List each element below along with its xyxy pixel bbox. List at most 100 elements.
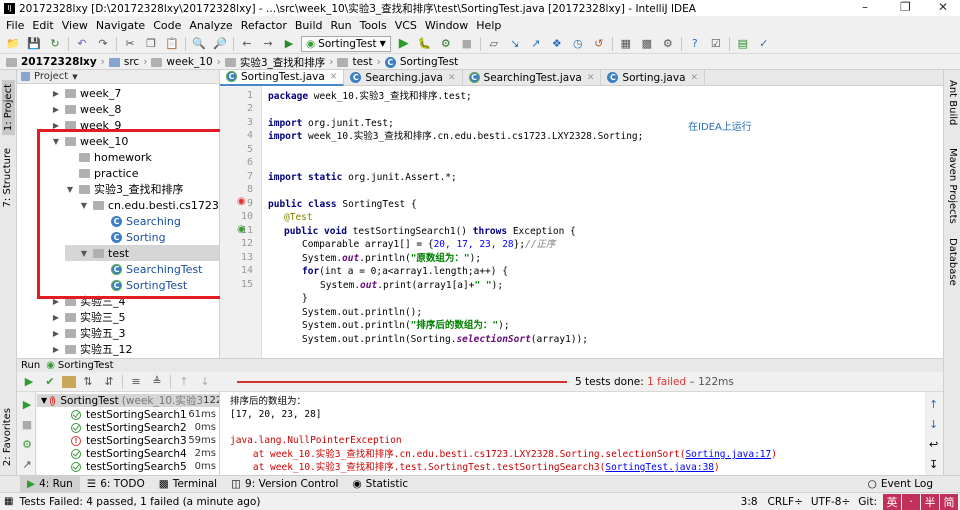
- chevron-right-icon[interactable]: ▶: [51, 345, 61, 354]
- vcs-revert-icon[interactable]: ↺: [590, 36, 608, 52]
- test-row[interactable]: ! testSortingSearch3 59ms: [37, 434, 219, 447]
- find-icon[interactable]: 🔍: [190, 36, 208, 52]
- ant-build-tab[interactable]: Ant Build: [947, 80, 958, 125]
- sort-duration-icon[interactable]: ⇵: [100, 374, 118, 390]
- cut-icon[interactable]: ✂: [121, 36, 139, 52]
- redo-icon[interactable]: ↷: [94, 36, 112, 52]
- ime-mode[interactable]: 英: [883, 493, 901, 510]
- settings-icon[interactable]: ⚙: [659, 36, 677, 52]
- ime-width[interactable]: 半: [921, 493, 939, 510]
- tree-item-week8[interactable]: ▶ week_8: [51, 101, 121, 117]
- build-icon[interactable]: ▶: [280, 36, 298, 52]
- console-output[interactable]: 排序后的数组为： [17, 20, 23, 28] java.lang.Null…: [220, 392, 925, 475]
- attach-icon[interactable]: ▱: [485, 36, 503, 52]
- test-suite-row[interactable]: ▼ ! SortingTest (week_10.实验3 122ms: [37, 394, 219, 407]
- minimize-button[interactable]: –: [862, 0, 868, 14]
- test-history-icon[interactable]: ⚙: [18, 436, 36, 452]
- breadcrumb-project[interactable]: 20172328lxy ›: [6, 56, 105, 68]
- menu-window[interactable]: Window: [421, 19, 472, 32]
- breadcrumb-test[interactable]: test ›: [337, 56, 381, 68]
- run-icon[interactable]: ▶: [18, 396, 36, 412]
- chevron-down-icon[interactable]: ▼: [41, 396, 47, 405]
- run-icon[interactable]: ▶: [395, 36, 413, 52]
- test-row[interactable]: testSortingSearch1 61ms: [37, 408, 219, 421]
- paste-icon[interactable]: 📋: [163, 36, 181, 52]
- close-icon[interactable]: ✕: [587, 73, 595, 83]
- ime-charset[interactable]: 简: [940, 493, 958, 510]
- menu-code[interactable]: Code: [149, 19, 185, 32]
- code-editor[interactable]: package week_10.实验3_查找和排序.test; import o…: [262, 86, 943, 358]
- show-passed-icon[interactable]: ✔: [41, 374, 59, 390]
- vcs-update-icon[interactable]: ↘: [506, 36, 524, 52]
- statistic-icon[interactable]: ▤: [734, 36, 752, 52]
- replace-icon[interactable]: 🔎: [211, 36, 229, 52]
- tab-event-log[interactable]: ○ Event Log: [861, 476, 940, 493]
- test-row[interactable]: testSortingSearch5 0ms: [37, 460, 219, 473]
- sdk-icon[interactable]: ▩: [638, 36, 656, 52]
- show-ignored-icon[interactable]: [62, 375, 76, 388]
- chevron-right-icon[interactable]: ▶: [51, 89, 61, 98]
- save-icon[interactable]: 💾: [25, 36, 43, 52]
- menu-build[interactable]: Build: [291, 19, 327, 32]
- menu-vcs[interactable]: VCS: [391, 19, 421, 32]
- menu-help[interactable]: Help: [472, 19, 505, 32]
- menu-view[interactable]: View: [58, 19, 92, 32]
- vcs-history-icon[interactable]: ◷: [569, 36, 587, 52]
- breadcrumb-lab3[interactable]: 实验3_查找和排序 ›: [224, 55, 333, 70]
- stack-link[interactable]: Sorting.java:17: [685, 449, 771, 460]
- expand-all-icon[interactable]: ≡: [127, 374, 145, 390]
- menu-run[interactable]: Run: [327, 19, 356, 32]
- forward-icon[interactable]: →: [259, 36, 277, 52]
- close-button[interactable]: ✕: [938, 0, 948, 14]
- chevron-right-icon[interactable]: ▶: [51, 329, 61, 338]
- favorites-tool-tab[interactable]: 2: Favorites: [2, 408, 13, 466]
- database-tab[interactable]: Database: [947, 238, 958, 286]
- breadcrumb-src[interactable]: src ›: [108, 56, 147, 68]
- rerun-icon[interactable]: ▶: [20, 374, 38, 390]
- vcs-commit-icon[interactable]: ↗: [527, 36, 545, 52]
- menu-analyze[interactable]: Analyze: [185, 19, 236, 32]
- menu-file[interactable]: File: [2, 19, 28, 32]
- file-encoding[interactable]: UTF-8÷: [811, 496, 850, 508]
- tab-run[interactable]: ▶ 4: Run: [20, 475, 80, 493]
- breadcrumb-class[interactable]: C SortingTest: [384, 56, 458, 68]
- menu-refactor[interactable]: Refactor: [237, 19, 291, 32]
- maximize-button[interactable]: ❐: [900, 0, 911, 14]
- tree-item-lab5-12[interactable]: ▶ 实验五_12: [51, 341, 133, 357]
- undo-icon[interactable]: ↶: [73, 36, 91, 52]
- export-icon[interactable]: ↗: [18, 456, 36, 472]
- soft-wrap-icon[interactable]: ↩: [929, 438, 938, 451]
- stop-icon[interactable]: ■: [458, 36, 476, 52]
- next-failed-icon[interactable]: ↓: [196, 374, 214, 390]
- project-structure-icon[interactable]: ▦: [617, 36, 635, 52]
- tab-sorting[interactable]: C Sorting.java ✕: [601, 69, 706, 86]
- open-folder-icon[interactable]: 📁: [4, 36, 22, 52]
- run-test-gutter-icon[interactable]: ◉: [237, 224, 246, 235]
- sync-icon[interactable]: ↻: [46, 36, 64, 52]
- tab-searching[interactable]: C Searching.java ✕: [344, 69, 463, 86]
- menu-edit[interactable]: Edit: [28, 19, 57, 32]
- copy-icon[interactable]: ❐: [142, 36, 160, 52]
- tree-item-week7[interactable]: ▶ week_7: [51, 85, 121, 101]
- test-row[interactable]: testSortingSearch2 0ms: [37, 421, 219, 434]
- project-tool-tab[interactable]: 1: Project: [2, 80, 15, 136]
- git-branch[interactable]: Git:: [858, 496, 877, 508]
- chevron-right-icon[interactable]: ▶: [51, 105, 61, 114]
- scroll-to-end-icon[interactable]: ↧: [929, 458, 938, 471]
- run-test-gutter-icon[interactable]: ◉: [237, 196, 246, 207]
- debug-icon[interactable]: 🐛: [416, 36, 434, 52]
- caret-position[interactable]: 3:8: [741, 496, 758, 508]
- chevron-down-icon[interactable]: ▼: [72, 73, 77, 81]
- sort-alpha-icon[interactable]: ⇅: [79, 374, 97, 390]
- coverage-icon[interactable]: ⚙: [437, 36, 455, 52]
- tree-item-lab5-3[interactable]: ▶ 实验五_3: [51, 325, 126, 341]
- stack-link[interactable]: SortingTest.java:38: [605, 462, 714, 473]
- breadcrumb-week10[interactable]: week_10 ›: [151, 56, 221, 68]
- scroll-up-icon[interactable]: ↑: [929, 398, 938, 411]
- structure-tool-tab[interactable]: 7: Structure: [2, 148, 13, 207]
- test-row[interactable]: testSortingSearch4 2ms: [37, 447, 219, 460]
- chevron-right-icon[interactable]: ▶: [51, 313, 61, 322]
- back-icon[interactable]: ←: [238, 36, 256, 52]
- scroll-down-icon[interactable]: ↓: [929, 418, 938, 431]
- tree-item-lab3-5[interactable]: ▶ 实验三_5: [51, 309, 126, 325]
